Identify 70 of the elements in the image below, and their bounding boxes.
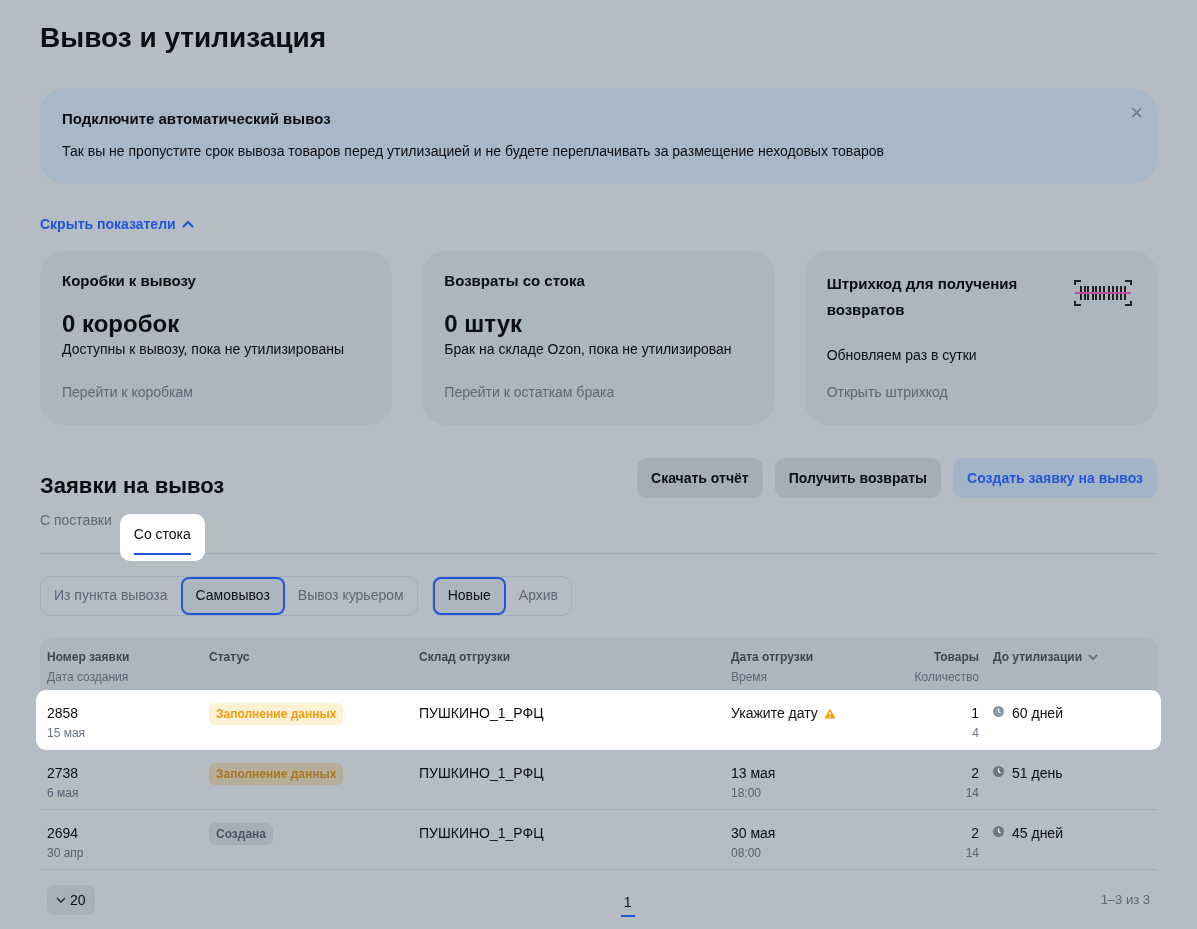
clock-icon xyxy=(993,765,1004,777)
card-link[interactable]: Открыть штрихкод xyxy=(826,381,948,403)
card-text: Брак на складе Ozon, пока не утилизирован xyxy=(444,339,733,359)
results-range: 1–3 из 3 xyxy=(1100,891,1150,910)
card-title: Возвраты со стока xyxy=(444,270,586,291)
page-title: Вывоз и утилизация xyxy=(40,21,328,55)
warehouse-cell-text: ПУШКИНО_1_РФЦ xyxy=(419,703,545,723)
shipment-date: Укажите дату xyxy=(731,703,818,723)
column-header: До утилизации xyxy=(993,648,1083,666)
barcode-icon xyxy=(1073,278,1133,307)
page-link[interactable]: 1 xyxy=(620,891,635,917)
create-button[interactable]: Создать заявку на вывоз xyxy=(953,458,1157,498)
quantity: 14 xyxy=(964,784,979,802)
card-value: 0 штук xyxy=(444,308,524,339)
request-number: 2858 xyxy=(47,703,80,723)
days-left: 45 дней xyxy=(1012,823,1063,843)
card-title: Штрихкод для получения возвратов xyxy=(826,273,1019,320)
chevron-down-icon xyxy=(56,897,66,903)
clock-icon xyxy=(993,825,1004,837)
clock-icon xyxy=(993,705,1004,717)
creation-date: 15 мая xyxy=(47,724,87,742)
column-subheader: Время xyxy=(731,668,769,686)
toggle-link[interactable]: Скрыть показатели xyxy=(40,213,194,235)
card-text: Обновляем раз в сутки xyxy=(826,345,978,365)
filter-option[interactable]: Из пункта вывоза xyxy=(41,576,181,615)
shipment-date: 13 мая xyxy=(731,763,776,783)
column-header: Склад отгрузки xyxy=(419,648,510,666)
column-header: Товары xyxy=(933,648,979,666)
status-badge: Заполнение данных xyxy=(209,702,344,725)
days-left: 51 день xyxy=(1012,763,1063,783)
column-subheader: Количество xyxy=(913,668,979,686)
card-link[interactable]: Перейти к остаткам брака xyxy=(444,381,615,403)
section-title: Заявки на вывоз xyxy=(40,471,225,500)
action-button[interactable]: Скачать отчёт xyxy=(637,458,763,498)
creation-date: 30 апр xyxy=(47,844,85,862)
filter-option[interactable]: Самовывоз xyxy=(180,576,285,615)
quantity: 14 xyxy=(964,844,979,862)
request-number: 2738 xyxy=(47,763,80,783)
shipment-time: 18:00 xyxy=(731,784,763,802)
banner-title: Подключите автоматический вывоз xyxy=(62,109,332,129)
creation-date: 6 мая xyxy=(47,784,80,802)
column-header: Дата отгрузки xyxy=(731,648,814,666)
card-title: Коробки к вывозу xyxy=(62,270,197,291)
warehouse-cell-text: ПУШКИНО_1_РФЦ xyxy=(419,763,545,783)
warehouse-cell-text: ПУШКИНО_1_РФЦ xyxy=(419,823,545,843)
card-link[interactable]: Перейти к коробкам xyxy=(62,381,193,403)
tab[interactable]: С поставки xyxy=(40,509,112,541)
status-badge: Заполнение данных xyxy=(209,762,344,785)
items-count: 2 xyxy=(970,823,979,843)
banner-text: Так вы не пропустите срок вывоза товаров перед утилизацией и не будете переплачивать за размещение неходовых товаров xyxy=(62,141,885,161)
items-count: 1 xyxy=(970,703,979,723)
chevron-down-icon[interactable] xyxy=(1088,653,1099,660)
filter-option[interactable]: Новые xyxy=(432,576,506,615)
items-count: 2 xyxy=(970,763,979,783)
filter-option[interactable]: Архив xyxy=(505,576,572,615)
column-header: Статус xyxy=(209,648,250,666)
column-header: Номер заявки xyxy=(47,648,130,666)
action-button[interactable]: Получить возвраты xyxy=(774,458,942,498)
card-text: Доступны к вывозу, пока не утилизированы xyxy=(62,339,346,359)
quantity: 4 xyxy=(971,724,979,742)
shipment-date: 30 мая xyxy=(731,823,776,843)
shipment-time: 08:00 xyxy=(731,844,763,862)
request-number: 2694 xyxy=(47,823,80,843)
filter-option[interactable]: Вывоз курьером xyxy=(284,576,417,615)
close-button[interactable]: × xyxy=(1130,96,1143,129)
card-value: 0 коробок xyxy=(62,308,181,339)
days-left: 60 дней xyxy=(1012,703,1063,723)
page-size-select[interactable]: 20 xyxy=(47,885,95,915)
column-subheader: Дата создания xyxy=(47,668,130,686)
status-badge: Создана xyxy=(209,822,273,845)
